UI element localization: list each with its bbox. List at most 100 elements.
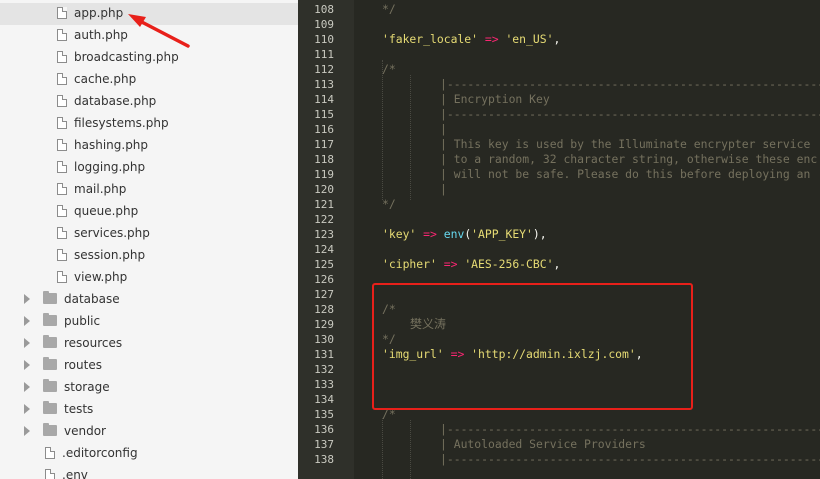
line-number: 123	[314, 228, 334, 241]
code-line[interactable]: 110 'faker_locale' => 'en_US',	[298, 32, 820, 47]
code-line[interactable]: 137 | Autoloaded Service Providers	[298, 437, 820, 452]
line-number: 111	[314, 48, 334, 61]
code-line[interactable]: 114 | Encryption Key	[298, 92, 820, 107]
tree-file-item[interactable]: app.php	[0, 3, 298, 25]
file-icon	[45, 469, 55, 479]
tree-file-item[interactable]: broadcasting.php	[0, 47, 298, 69]
file-icon	[45, 447, 55, 459]
code-text: |	[440, 122, 447, 137]
folder-icon	[43, 357, 57, 370]
chevron-right-icon[interactable]	[24, 404, 30, 414]
line-number: 110	[314, 33, 334, 46]
file-icon	[57, 227, 67, 239]
line-number: 134	[314, 393, 334, 406]
file-icon	[57, 117, 67, 129]
code-token: | to a random, 32 character string, othe…	[440, 152, 818, 166]
code-line[interactable]: 123 'key' => env('APP_KEY'),	[298, 227, 820, 242]
folder-icon	[43, 335, 57, 348]
tree-file-item[interactable]: cache.php	[0, 69, 298, 91]
code-line[interactable]: 113 |------------------------------------…	[298, 77, 820, 92]
tree-file-item[interactable]: database.php	[0, 91, 298, 113]
tree-file-item[interactable]: view.php	[0, 267, 298, 289]
code-text: |---------------------------------------…	[440, 422, 820, 437]
tree-folder-item[interactable]: vendor	[0, 421, 298, 443]
tree-file-item[interactable]: hashing.php	[0, 135, 298, 157]
code-line[interactable]: 117 | This key is used by the Illuminate …	[298, 137, 820, 152]
code-line[interactable]: 122	[298, 212, 820, 227]
chevron-right-icon[interactable]	[24, 360, 30, 370]
code-text: | Encryption Key	[440, 92, 550, 107]
code-token: | This key is used by the Illuminate enc…	[440, 137, 811, 151]
annotation-highlight-box	[372, 283, 693, 410]
line-number: 108	[314, 3, 334, 16]
code-line[interactable]: 119 | will not be safe. Please do this be…	[298, 167, 820, 182]
code-token: =>	[416, 227, 444, 241]
line-number: 114	[314, 93, 334, 106]
tree-folder-item[interactable]: tests	[0, 399, 298, 421]
tree-file-item[interactable]: .editorconfig	[0, 443, 298, 465]
line-number: 126	[314, 273, 334, 286]
code-line[interactable]: 121 */	[298, 197, 820, 212]
line-number: 136	[314, 423, 334, 436]
code-line[interactable]: 108 */	[298, 2, 820, 17]
line-number: 130	[314, 333, 334, 346]
tree-file-item[interactable]: session.php	[0, 245, 298, 267]
code-text: 'faker_locale' => 'en_US',	[382, 32, 560, 47]
code-token: | Encryption Key	[440, 92, 550, 106]
chevron-right-icon[interactable]	[24, 316, 30, 326]
code-token: */	[382, 197, 396, 211]
indent-guide	[410, 420, 411, 479]
tree-file-item[interactable]: logging.php	[0, 157, 298, 179]
line-number: 124	[314, 243, 334, 256]
code-token: */	[382, 2, 396, 16]
code-line[interactable]: 116 |	[298, 122, 820, 137]
line-number: 133	[314, 378, 334, 391]
tree-file-item[interactable]: mail.php	[0, 179, 298, 201]
tree-folder-item[interactable]: routes	[0, 355, 298, 377]
code-line[interactable]: 138 |------------------------------------…	[298, 452, 820, 467]
tree-folder-item[interactable]: resources	[0, 333, 298, 355]
code-line[interactable]: 124	[298, 242, 820, 257]
code-line[interactable]: 115 |------------------------------------…	[298, 107, 820, 122]
chevron-right-icon[interactable]	[24, 294, 30, 304]
line-number: 116	[314, 123, 334, 136]
tree-item-label: public	[64, 314, 101, 328]
code-line[interactable]: 112 /*	[298, 62, 820, 77]
chevron-right-icon[interactable]	[24, 338, 30, 348]
tree-folder-item[interactable]: storage	[0, 377, 298, 399]
code-text: 'key' => env('APP_KEY'),	[382, 227, 547, 242]
code-token: |---------------------------------------…	[440, 77, 820, 91]
line-number: 118	[314, 153, 334, 166]
tree-file-item[interactable]: .env	[0, 465, 298, 479]
tree-item-label: services.php	[74, 226, 150, 240]
code-token: |---------------------------------------…	[440, 452, 820, 466]
file-icon	[57, 271, 67, 283]
tree-item-label: resources	[64, 336, 123, 350]
tree-item-label: .editorconfig	[62, 446, 138, 460]
line-number: 122	[314, 213, 334, 226]
tree-file-item[interactable]: services.php	[0, 223, 298, 245]
code-token: ),	[532, 227, 547, 241]
code-line[interactable]: 111	[298, 47, 820, 62]
chevron-right-icon[interactable]	[24, 426, 30, 436]
tree-file-item[interactable]: auth.php	[0, 25, 298, 47]
tree-file-item[interactable]: filesystems.php	[0, 113, 298, 135]
code-line[interactable]: 118 | to a random, 32 character string, o…	[298, 152, 820, 167]
tree-item-label: vendor	[64, 424, 106, 438]
code-line[interactable]: 125 'cipher' => 'AES-256-CBC',	[298, 257, 820, 272]
code-text: /*	[382, 62, 396, 77]
tree-file-item[interactable]: queue.php	[0, 201, 298, 223]
code-line[interactable]: 136 |------------------------------------…	[298, 422, 820, 437]
chevron-right-icon[interactable]	[24, 382, 30, 392]
folder-icon	[43, 423, 57, 436]
code-token: 'AES-256-CBC'	[464, 257, 554, 271]
tree-item-label: routes	[64, 358, 102, 372]
code-line[interactable]: 109	[298, 17, 820, 32]
file-tree-sidebar: app.php auth.php broadcasting.php cache.php…	[0, 0, 298, 479]
tree-folder-item[interactable]: database	[0, 289, 298, 311]
code-line[interactable]: 120 |	[298, 182, 820, 197]
code-text: 'cipher' => 'AES-256-CBC',	[382, 257, 560, 272]
code-token: 'cipher'	[382, 257, 437, 271]
tree-folder-item[interactable]: public	[0, 311, 298, 333]
code-editor[interactable]: 108 */ 109 110 'faker_locale' => 'en_US', 111…	[298, 0, 820, 479]
